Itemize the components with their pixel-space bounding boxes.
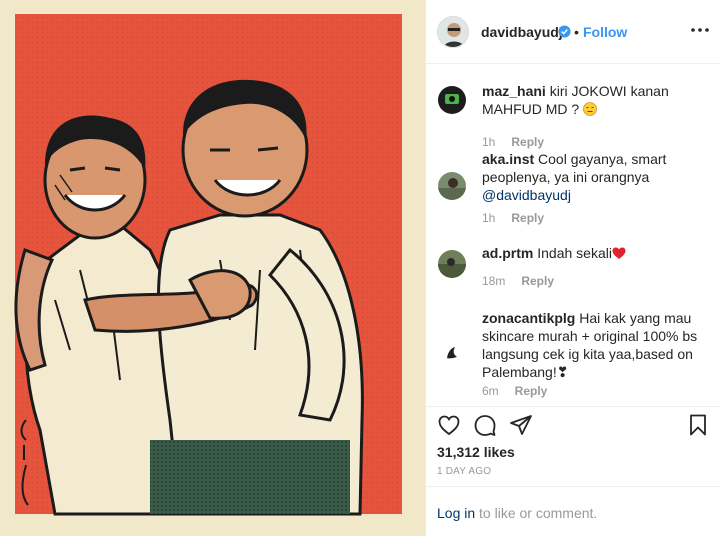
reply-button[interactable]: Reply bbox=[511, 135, 544, 149]
commenter-avatar[interactable] bbox=[438, 339, 466, 367]
instagram-post-view: davidbayudj • Follow maz_hani kiri JOKOW… bbox=[0, 0, 720, 536]
post-actions: 31,312 likes 1 DAY AGO bbox=[426, 406, 720, 486]
comment-meta: 1h Reply bbox=[482, 211, 544, 225]
comment-text: ad.prtm Indah sekali bbox=[482, 244, 708, 262]
comment-text: aka.inst Cool gayanya, smart peoplenya, … bbox=[482, 150, 708, 204]
expressionless-face-icon bbox=[583, 102, 598, 116]
comment-time: 18m bbox=[482, 274, 506, 288]
commenter-avatar[interactable] bbox=[438, 172, 466, 200]
comment-meta: 6m Reply bbox=[482, 384, 547, 398]
verified-badge-icon bbox=[558, 25, 571, 38]
login-rest-text: to like or comment. bbox=[479, 505, 598, 521]
comment-time: 1h bbox=[482, 211, 496, 225]
login-prompt-text: Log in to like or comment. bbox=[437, 505, 597, 521]
post-header: davidbayudj • Follow bbox=[426, 0, 720, 64]
commenter-avatar-image bbox=[438, 172, 466, 200]
commenter-avatar-image bbox=[438, 250, 466, 278]
post-date[interactable]: 1 DAY AGO bbox=[437, 466, 491, 477]
commenter-avatar-image bbox=[438, 339, 466, 367]
heart-outline-icon[interactable] bbox=[437, 413, 461, 437]
login-prompt: Log in to like or comment. bbox=[426, 486, 720, 536]
more-dots-icon[interactable] bbox=[688, 18, 712, 42]
likes-count[interactable]: 31,312 likes bbox=[437, 444, 515, 460]
bookmark-icon[interactable] bbox=[686, 413, 710, 437]
comment-text: zonacantikplg Hai kak yang mau skincare … bbox=[482, 309, 708, 381]
post-image-panel bbox=[0, 0, 425, 536]
comment-mention[interactable]: @davidbayudj bbox=[482, 187, 571, 203]
red-heart-icon bbox=[612, 247, 626, 259]
author-avatar[interactable] bbox=[437, 16, 469, 48]
author-username[interactable]: davidbayudj bbox=[481, 24, 563, 40]
commenter-avatar[interactable] bbox=[438, 250, 466, 278]
comment-text: maz_hani kiri JOKOWI kanan MAHFUD MD ? bbox=[482, 82, 708, 118]
post-side-panel: davidbayudj • Follow maz_hani kiri JOKOW… bbox=[425, 0, 720, 536]
post-illustration[interactable] bbox=[0, 0, 425, 536]
comment-username[interactable]: maz_hani bbox=[482, 83, 546, 99]
author-avatar-image bbox=[438, 17, 468, 47]
comment-meta: 1h Reply bbox=[482, 135, 544, 149]
login-link[interactable]: Log in bbox=[437, 505, 475, 521]
comment-body: Indah sekali bbox=[537, 245, 612, 261]
header-separator: • bbox=[574, 24, 579, 40]
reply-button[interactable]: Reply bbox=[521, 274, 554, 288]
commenter-avatar[interactable] bbox=[438, 86, 466, 114]
reply-button[interactable]: Reply bbox=[511, 211, 544, 225]
comment-time: 1h bbox=[482, 135, 496, 149]
reply-button[interactable]: Reply bbox=[515, 384, 548, 398]
paper-plane-icon[interactable] bbox=[509, 413, 533, 437]
follow-button[interactable]: Follow bbox=[583, 24, 627, 40]
comment-username[interactable]: aka.inst bbox=[482, 151, 534, 167]
comment-time: 6m bbox=[482, 384, 499, 398]
commenter-avatar-image bbox=[438, 86, 466, 114]
comments-list[interactable]: maz_hani kiri JOKOWI kanan MAHFUD MD ? 1… bbox=[426, 64, 720, 406]
comment-username[interactable]: ad.prtm bbox=[482, 245, 533, 261]
comment-meta: 18m Reply bbox=[482, 274, 554, 288]
comment-bubble-icon[interactable] bbox=[473, 413, 497, 437]
comment-username[interactable]: zonacantikplg bbox=[482, 310, 575, 326]
